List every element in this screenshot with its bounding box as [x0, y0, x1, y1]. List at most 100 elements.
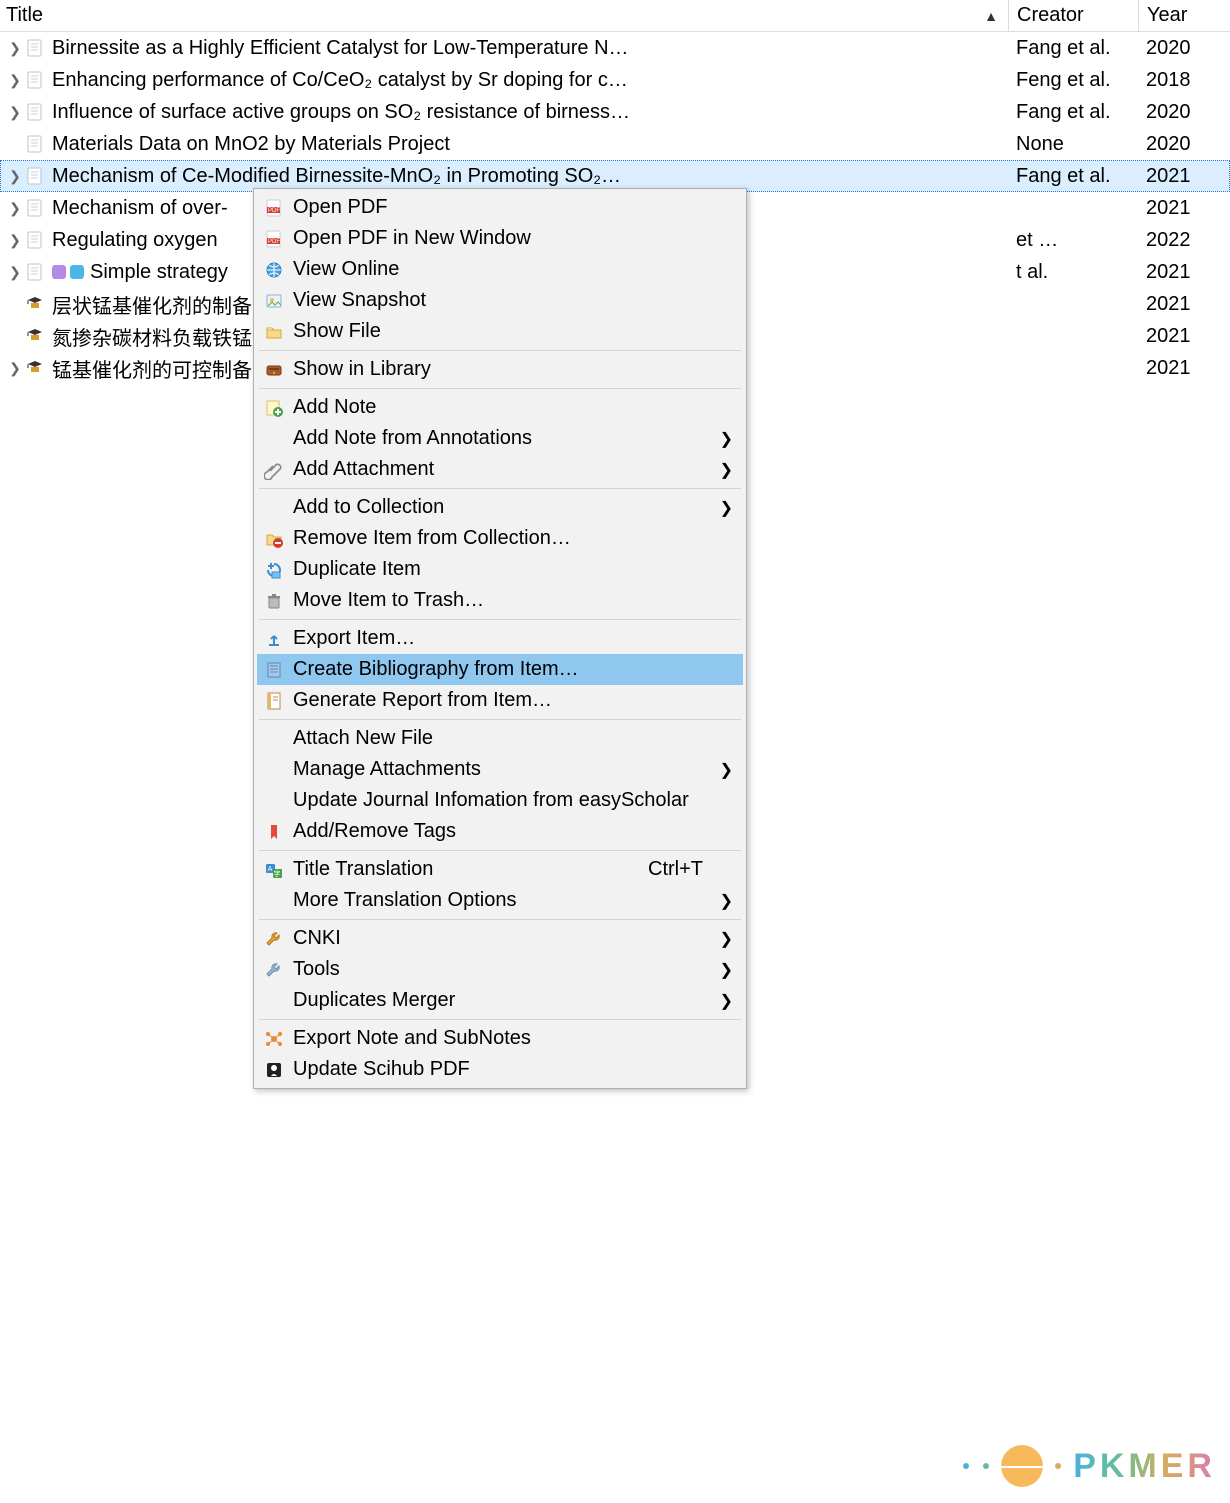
submenu-arrow-icon: ❯ [717, 960, 733, 980]
menu-item[interactable]: CNKI ❯ [257, 923, 743, 954]
menu-item[interactable]: Show in Library [257, 354, 743, 385]
item-creator: t al. [1008, 261, 1138, 284]
bookmark-icon [261, 822, 287, 842]
menu-item[interactable]: Add/Remove Tags [257, 816, 743, 847]
menu-item[interactable]: PDF Open PDF in New Window [257, 223, 743, 254]
menu-item-label: Open PDF [293, 196, 717, 219]
menu-item[interactable]: View Snapshot [257, 285, 743, 316]
menu-item[interactable]: Create Bibliography from Item… [257, 654, 743, 685]
menu-item[interactable]: Duplicate Item [257, 554, 743, 585]
column-creator[interactable]: Creator [1008, 0, 1138, 31]
menu-item-label: Move Item to Trash… [293, 589, 717, 612]
menu-item[interactable]: Duplicates Merger ❯ [257, 985, 743, 1016]
item-creator: Feng et al. [1008, 69, 1138, 92]
column-year[interactable]: Year [1138, 0, 1230, 31]
doc-icon [24, 165, 46, 187]
menu-item-label: Title Translation [293, 858, 648, 881]
item-year: 2020 [1138, 133, 1230, 156]
wrench-icon [261, 929, 287, 949]
item-year: 2021 [1138, 357, 1230, 380]
item-year: 2021 [1138, 197, 1230, 220]
column-title[interactable]: Title ▲ [0, 4, 1008, 27]
item-row[interactable]: ❯ Materials Data on MnO2 by Materials Pr… [0, 128, 1230, 160]
expand-twisty-icon[interactable]: ❯ [6, 72, 24, 89]
menu-item[interactable]: Move Item to Trash… [257, 585, 743, 616]
item-year: 2020 [1138, 37, 1230, 60]
expand-twisty-icon[interactable]: ❯ [6, 40, 24, 57]
trash-icon [261, 591, 287, 611]
folder-icon [261, 322, 287, 342]
column-header[interactable]: Title ▲ Creator Year [0, 0, 1230, 32]
menu-item[interactable]: Attach New File [257, 723, 743, 754]
item-title: 锰基催化剂的可控制备 [52, 354, 252, 383]
menu-separator [259, 488, 741, 489]
menu-item[interactable]: PDF Open PDF [257, 192, 743, 223]
menu-item[interactable]: Tools ❯ [257, 954, 743, 985]
svg-text:字: 字 [274, 869, 281, 878]
thesis-icon [24, 293, 46, 315]
report-icon [261, 691, 287, 711]
menu-item-label: Create Bibliography from Item… [293, 658, 717, 681]
svg-text:PDF: PDF [268, 239, 280, 245]
item-title: Simple strategy [90, 261, 228, 284]
sort-ascending-icon: ▲ [984, 8, 998, 24]
globe-icon [261, 260, 287, 280]
item-row[interactable]: ❯ Influence of surface active groups on … [0, 96, 1230, 128]
menu-item[interactable]: Export Note and SubNotes [257, 1023, 743, 1054]
doc-icon [24, 101, 46, 123]
menu-item-label: Remove Item from Collection… [293, 527, 717, 550]
submenu-arrow-icon: ❯ [717, 429, 733, 449]
menu-item[interactable]: Add Note from Annotations ❯ [257, 423, 743, 454]
expand-twisty-icon[interactable]: ❯ [6, 232, 24, 249]
menu-item[interactable]: Show File [257, 316, 743, 347]
biblio-icon [261, 660, 287, 680]
menu-item[interactable]: Add to Collection ❯ [257, 492, 743, 523]
doc-icon [24, 69, 46, 91]
item-title: Mechanism of over- [52, 197, 228, 220]
submenu-arrow-icon: ❯ [717, 498, 733, 518]
item-year: 2021 [1138, 261, 1230, 284]
expand-twisty-icon[interactable]: ❯ [6, 360, 24, 377]
item-row[interactable]: ❯ Enhancing performance of Co/CeO₂ catal… [0, 64, 1230, 96]
menu-shortcut: Ctrl+T [648, 858, 703, 881]
menu-item[interactable]: Add Note [257, 392, 743, 423]
menu-item-label: Duplicate Item [293, 558, 717, 581]
folderminus-icon [261, 529, 287, 549]
doc-icon [24, 261, 46, 283]
menu-item[interactable]: View Online [257, 254, 743, 285]
menu-separator [259, 850, 741, 851]
menu-item[interactable]: Update Journal Infomation from easySchol… [257, 785, 743, 816]
item-row[interactable]: ❯ Birnessite as a Highly Efficient Catal… [0, 32, 1230, 64]
column-year-label: Year [1147, 4, 1187, 27]
menu-item[interactable]: A字 Title Translation Ctrl+T [257, 854, 743, 885]
menu-separator [259, 1019, 741, 1020]
submenu-arrow-icon: ❯ [717, 760, 733, 780]
menu-item[interactable]: Remove Item from Collection… [257, 523, 743, 554]
menu-item-label: Add Attachment [293, 458, 717, 481]
menu-item[interactable]: Export Item… [257, 623, 743, 654]
item-title: Enhancing performance of Co/CeO₂ catalys… [52, 69, 628, 92]
expand-twisty-icon[interactable]: ❯ [6, 200, 24, 217]
menu-item-label: Add Note from Annotations [293, 427, 717, 450]
submenu-arrow-icon: ❯ [717, 991, 733, 1011]
menu-item-label: Attach New File [293, 727, 717, 750]
item-title: 氮掺杂碳材料负载铁锰 [52, 322, 252, 351]
menu-item[interactable]: Generate Report from Item… [257, 685, 743, 716]
expand-twisty-icon[interactable]: ❯ [6, 104, 24, 121]
menu-item-label: CNKI [293, 927, 717, 950]
expand-twisty-icon[interactable]: ❯ [6, 168, 24, 185]
menu-separator [259, 388, 741, 389]
menu-item[interactable]: Manage Attachments ❯ [257, 754, 743, 785]
item-title: Mechanism of Ce-Modified Birnessite-MnO₂… [52, 165, 621, 188]
item-title: Regulating oxygen [52, 229, 218, 252]
menu-item[interactable]: Update Scihub PDF [257, 1054, 743, 1085]
menu-item[interactable]: More Translation Options ❯ [257, 885, 743, 916]
menu-item[interactable]: Add Attachment ❯ [257, 454, 743, 485]
clip-icon [261, 460, 287, 480]
noteplus-icon [261, 398, 287, 418]
menu-item-label: Duplicates Merger [293, 989, 717, 1012]
pkmer-logo-icon [1001, 1445, 1043, 1487]
item-title: Influence of surface active groups on SO… [52, 101, 630, 124]
doc-icon [24, 37, 46, 59]
expand-twisty-icon[interactable]: ❯ [6, 264, 24, 281]
